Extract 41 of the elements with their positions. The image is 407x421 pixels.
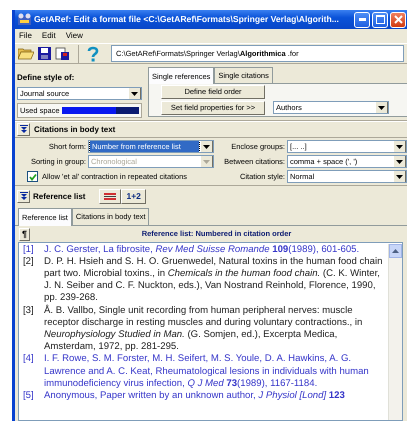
entry-number: [1] [23,244,35,256]
section-title: Citations in body text [34,124,116,136]
close-icon [394,15,402,24]
lines-icon [104,193,116,200]
menu-item[interactable]: File [19,30,32,42]
collapse-button[interactable] [17,190,30,204]
arrow-up-icon [392,248,399,252]
section-title: Reference list [33,190,86,203]
folder-icon[interactable] [18,47,34,60]
reference-text: D. P. H. Hsieh and S. H. O. Gruenwedel, Natural toxins in the human food chain part two. Microbial toxins., in Chemicals in the human food chain. (C. K. Winter, J. N. Seiber and C. F. Nuckton, eds.), Van Nostrand Reinhold, Florence, 1990, pp. 239-268. [44,256,384,304]
save-icon[interactable] [38,47,51,60]
caret-icon [200,141,213,152]
caret-icon [128,88,141,99]
paragraph-button[interactable]: ¶ [19,228,30,240]
document-icon[interactable] [55,46,70,60]
format-button[interactable] [99,189,122,204]
minimize-icon [358,18,366,21]
reference-text: I. F. Rowe, S. M. Forster, M. H. Seifert, M. S. Youle, D. A. Hawkins, A. G. Lawrence and A. C. Keat, Rheumatological lesions in individuals with human immunodeficiency virus infection, Q J Med 73(1989), 1167-1184. [44,353,370,390]
menu-item[interactable]: Edit [42,30,56,42]
reference-text: Å. B. Vallbo, Single unit recording from human peripheral nerves: muscle receptor discharge in resting muscles and during voluntary contractions., in Neurophysiology Studied in Man. (G. Somjen, ed.), Excerpta Medica, Amsterdam, 1972, pp. 281-295. [44,304,364,354]
reference-text: J. C. Gerster, La fibrosite, Rev Med Suisse Romande 109(1989), 601-605. [44,244,360,256]
entry-number: [3] [23,304,35,318]
menu-item[interactable]: View [66,30,83,42]
entry-number: [2] [23,256,35,269]
entry-number: [5] [23,390,35,402]
numbering-button[interactable]: 1+2 [121,189,146,204]
close-button[interactable] [390,12,406,28]
checkbox[interactable] [27,171,38,182]
maximize-icon [376,15,384,24]
collapse-button[interactable] [17,123,30,136]
caret-icon [200,156,213,168]
caret-icon [375,102,388,114]
window-title: GetARef: Edit a format file <C:\GetARef\Formats\Springer Verlag\Algorith... [34,13,340,26]
minimize-button[interactable] [354,12,370,28]
entry-number: [4] [23,353,35,366]
section-label: Define style of: [17,72,76,84]
scroll-up-button[interactable] [389,244,402,258]
maximize-button[interactable] [372,12,388,28]
reference-text: Anonymous, Paper written by an unknown author, J Physiol [Lond] 123 [44,390,345,402]
help-icon[interactable] [87,46,99,62]
app-icon [17,13,32,26]
